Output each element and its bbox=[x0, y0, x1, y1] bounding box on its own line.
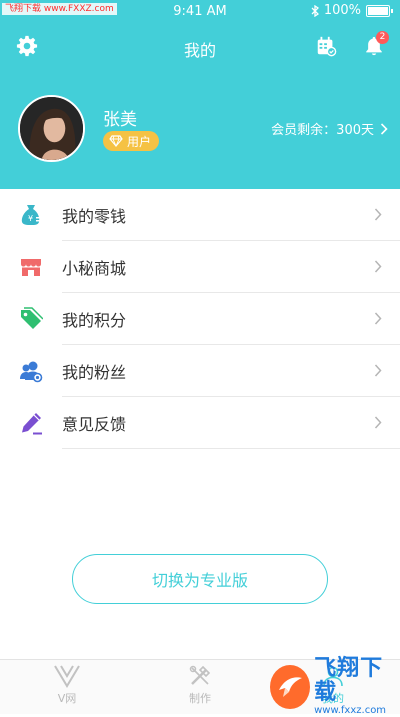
menu-item-label: 我的粉丝 bbox=[62, 363, 127, 382]
watermark-url: www.fxxz.com bbox=[314, 705, 387, 716]
pencil-icon bbox=[18, 410, 44, 436]
notifications-button[interactable]: 2 bbox=[360, 31, 389, 60]
tab-make[interactable]: 制作 bbox=[150, 662, 250, 712]
menu-item-points[interactable]: 我的积分 bbox=[0, 293, 400, 345]
menu-item-feedback[interactable]: 意见反馈 bbox=[0, 397, 400, 449]
chevron-right-icon bbox=[374, 364, 382, 377]
store-icon bbox=[18, 254, 44, 280]
tag-icon bbox=[18, 306, 44, 332]
role-label: 用户 bbox=[127, 134, 152, 149]
battery-percent: 100% bbox=[323, 3, 361, 18]
svg-text:¥: ¥ bbox=[28, 214, 33, 223]
bluetooth-icon bbox=[311, 4, 319, 17]
v-logo-icon bbox=[54, 662, 80, 690]
membership-link[interactable]: 会员剩余：300天 bbox=[271, 119, 388, 138]
chevron-right-icon bbox=[374, 260, 382, 273]
fans-icon bbox=[18, 358, 44, 384]
chevron-right-icon bbox=[380, 122, 388, 135]
watermark-text: 飞翔下载 www.fxxz.com bbox=[314, 657, 398, 717]
user-name: 张美 bbox=[103, 110, 137, 130]
watermark-main: 飞翔下载 bbox=[314, 656, 384, 705]
calendar-icon bbox=[317, 36, 337, 57]
chevron-right-icon bbox=[374, 208, 382, 221]
chevron-right-icon bbox=[374, 312, 382, 325]
tools-icon bbox=[188, 662, 212, 690]
chevron-right-icon bbox=[374, 416, 382, 429]
menu-item-label: 我的零钱 bbox=[62, 207, 127, 226]
bird-logo-icon bbox=[270, 665, 311, 709]
status-right: 100% bbox=[311, 3, 393, 18]
diamond-icon bbox=[109, 135, 123, 147]
menu-item-label: 意见反馈 bbox=[62, 415, 127, 434]
menu-item-fans[interactable]: 我的粉丝 bbox=[0, 345, 400, 397]
switch-pro-button[interactable]: 切换为专业版 bbox=[72, 554, 328, 604]
watermark-logo: 飞翔下载 www.fxxz.com bbox=[270, 657, 398, 716]
tab-label: V网 bbox=[57, 692, 77, 705]
menu-item-label: 小秘商城 bbox=[62, 259, 127, 278]
divider bbox=[62, 448, 400, 449]
page-title: 我的 bbox=[183, 41, 216, 60]
membership-text: 会员剩余：300天 bbox=[271, 123, 374, 138]
menu-item-store[interactable]: 小秘商城 bbox=[0, 241, 400, 293]
menu-list: ¥ 我的零钱 小秘商城 我的积分 我的粉丝 意见反馈 bbox=[0, 189, 400, 449]
money-bag-icon: ¥ bbox=[18, 202, 44, 228]
battery-icon bbox=[366, 4, 393, 17]
role-badge: 用户 bbox=[103, 131, 160, 151]
profile-card[interactable]: 张美 用户 会员剩余：300天 bbox=[18, 95, 388, 165]
status-bar: 飞翔下载 www.FXXZ.com 9:41 AM 100% bbox=[0, 0, 400, 22]
avatar[interactable] bbox=[18, 95, 85, 162]
menu-item-label: 我的积分 bbox=[62, 311, 127, 330]
tab-vnet[interactable]: V网 bbox=[17, 662, 117, 712]
tab-label: 制作 bbox=[189, 692, 211, 705]
menu-item-wallet[interactable]: ¥ 我的零钱 bbox=[0, 189, 400, 241]
calendar-button[interactable] bbox=[312, 32, 340, 60]
profile-header: 飞翔下载 www.FXXZ.com 9:41 AM 100% 我的 2 张美 用… bbox=[0, 0, 400, 189]
avatar-photo bbox=[20, 97, 83, 160]
navbar: 我的 2 bbox=[0, 28, 400, 64]
notification-badge: 2 bbox=[376, 31, 389, 44]
